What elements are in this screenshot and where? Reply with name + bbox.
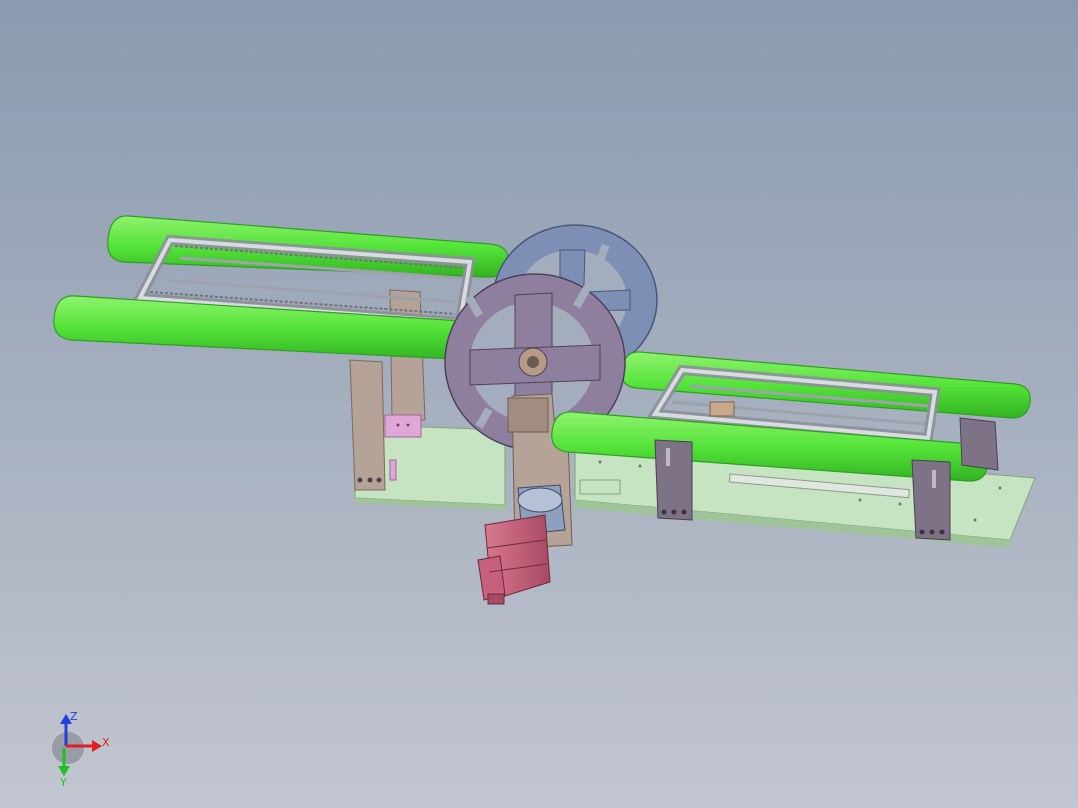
cad-model-scene[interactable] [0, 0, 1078, 808]
z-axis-label: Z [70, 710, 78, 723]
stepper-motor-icon[interactable] [477, 514, 551, 605]
y-axis-label: Y [59, 776, 67, 789]
y-arrowhead-icon [58, 766, 70, 776]
coordinate-triad[interactable]: Z X Y [40, 700, 130, 790]
triad-origin-icon [52, 732, 84, 764]
cad-viewport[interactable]: Z X Y [0, 0, 1078, 808]
x-arrowhead-icon [92, 740, 102, 752]
x-axis-label: X [102, 736, 110, 749]
pink-block [384, 414, 422, 438]
